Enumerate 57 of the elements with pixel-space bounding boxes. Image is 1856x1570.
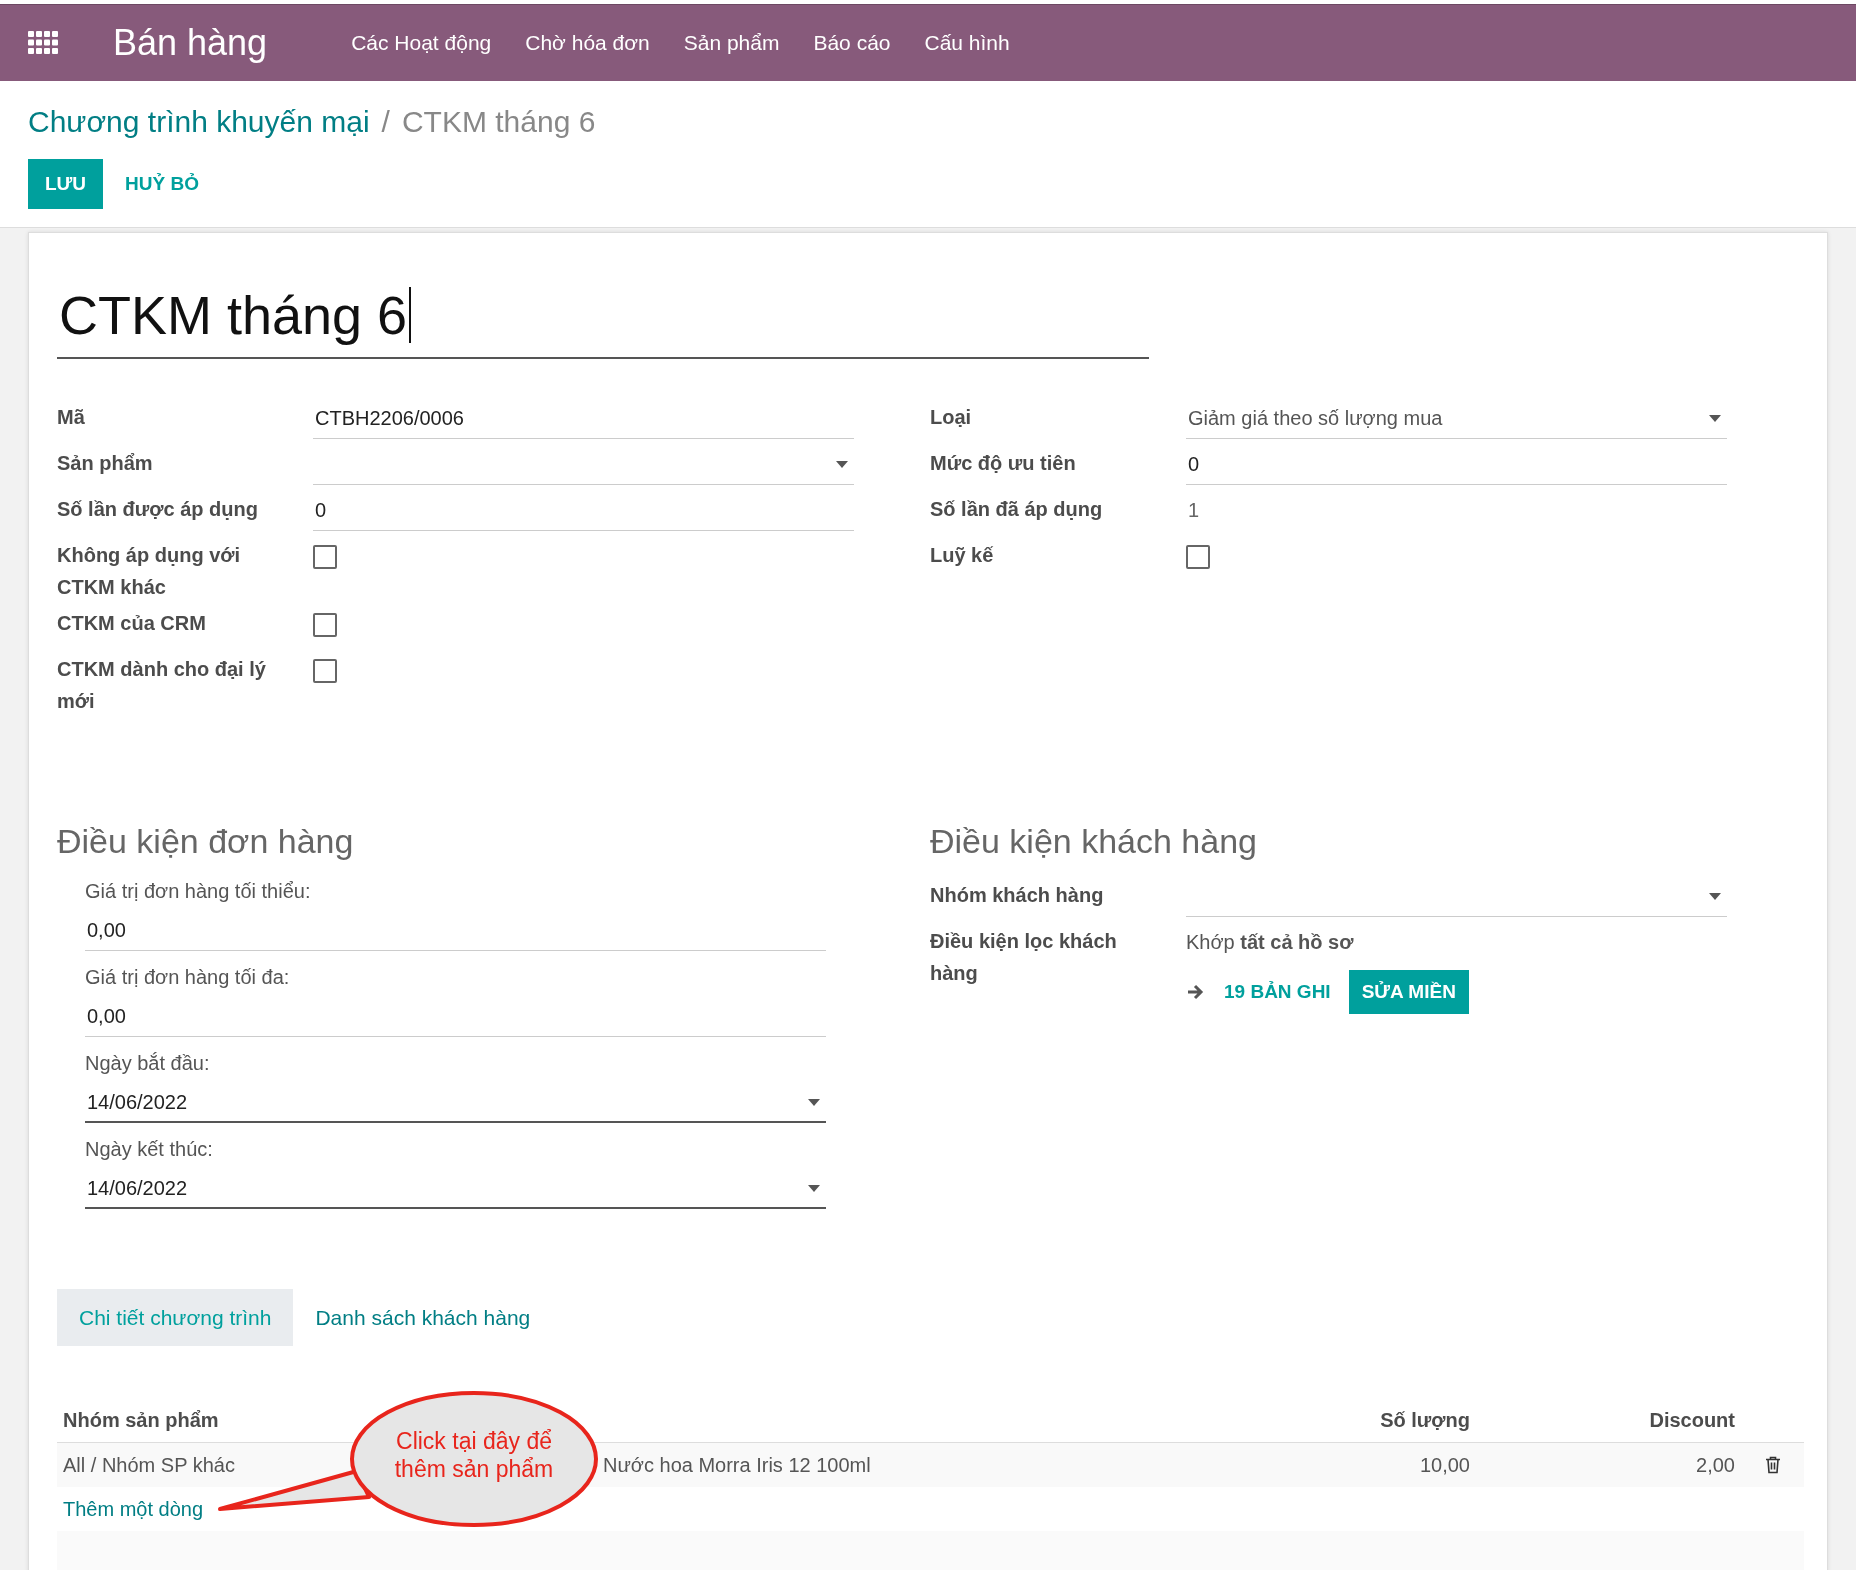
menu-item[interactable]: Cấu hình <box>924 31 1010 55</box>
title-field[interactable]: CTKM tháng 6 <box>57 279 1149 359</box>
discard-button[interactable]: HUỶ BỎ <box>125 159 199 209</box>
arrow-right-icon <box>1186 983 1206 1001</box>
column-header[interactable]: Nhóm sản phẩm <box>57 1409 225 1432</box>
field-label: Số lần được áp dụng <box>57 497 259 522</box>
caret-icon <box>836 461 848 468</box>
records-link[interactable]: 19 BẢN GHI <box>1224 981 1331 1003</box>
field-label: CTKM dành cho đại lý mới <box>57 657 267 714</box>
checkbox[interactable] <box>313 613 337 637</box>
checkbox[interactable] <box>313 659 337 683</box>
table-cell-text: All / Nhóm SP khác <box>62 1453 236 1477</box>
checkbox[interactable] <box>1186 545 1210 569</box>
field-label: Mã <box>57 405 86 430</box>
section-heading: Điều kiện khách hàng <box>930 822 1258 861</box>
table-cell-text: 2,00 <box>1695 1453 1736 1477</box>
table-cell-text: Nước hoa Morra Iris 12 100ml <box>602 1453 872 1477</box>
menu-item[interactable]: Chờ hóa đơn <box>525 31 650 55</box>
apps-grid-icon[interactable] <box>28 31 58 55</box>
checkbox[interactable] <box>313 545 337 569</box>
field-label: CTKM của CRM <box>57 611 207 636</box>
field-label: Ngày bắt đầu: <box>85 1051 211 1076</box>
caret-icon <box>1709 893 1721 900</box>
field-label: Nhóm khách hàng <box>930 883 1105 908</box>
field-label: Mức độ ưu tiên <box>930 451 1077 476</box>
field-label: Giá trị đơn hàng tối thiểu: <box>85 879 312 904</box>
field-label: Không áp dụng với CTKM khác <box>57 543 242 600</box>
domain-summary: Khớp tất cả hồ sơ <box>1186 931 1355 954</box>
add-line-link[interactable]: Thêm một dòng <box>63 1497 204 1521</box>
text-cursor <box>409 287 412 343</box>
field-label: Giá trị đơn hàng tối đa: <box>85 965 291 990</box>
tab[interactable]: Danh sách khách hàng <box>293 1289 553 1346</box>
app-name: Bán hàng <box>113 22 268 64</box>
field-label: Ngày kết thúc: <box>85 1137 214 1162</box>
field-label: Số lần đã áp dụng <box>930 497 1104 522</box>
callout-text: Click tại đây để thêm sản phẩm <box>393 1427 555 1483</box>
menu-item[interactable]: Sản phẩm <box>683 31 780 55</box>
menu-item[interactable]: Các Hoạt động <box>351 31 492 55</box>
trash-icon[interactable] <box>1764 1456 1781 1474</box>
field-label: Luỹ kế <box>930 543 995 568</box>
edit-domain-button[interactable]: SỬA MIỀN <box>1348 970 1469 1014</box>
table-cell-text: 10,00 <box>1418 1453 1471 1477</box>
field-label: Sản phẩm <box>57 451 154 476</box>
field-label: Loại <box>930 405 973 430</box>
section-heading: Điều kiện đơn hàng <box>57 822 355 861</box>
column-header[interactable]: Discount <box>1643 1409 1741 1432</box>
breadcrumb-separator: / <box>381 105 390 139</box>
save-button[interactable]: LƯU <box>28 159 104 209</box>
caret-icon <box>1709 415 1721 422</box>
breadcrumb-link[interactable]: Chương trình khuyến mại <box>28 105 370 139</box>
menu-item[interactable]: Báo cáo <box>813 31 891 55</box>
column-header[interactable]: Số lượng <box>1374 1409 1476 1432</box>
caret-icon <box>808 1098 820 1106</box>
field-label: Điều kiện lọc khách hàng <box>930 929 1118 986</box>
field-value: 1 <box>1187 499 1200 521</box>
breadcrumb-current: CTKM tháng 6 <box>401 105 596 139</box>
caret-icon <box>808 1184 820 1192</box>
